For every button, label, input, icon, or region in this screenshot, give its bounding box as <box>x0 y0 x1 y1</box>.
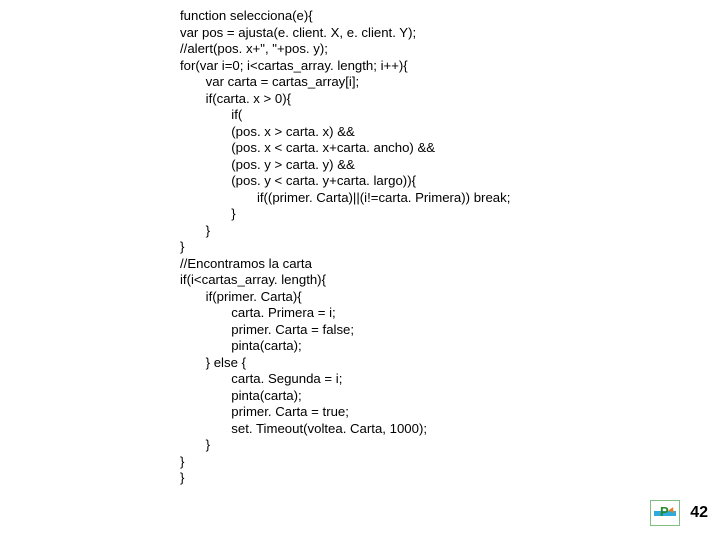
code-line: carta. Primera = i; <box>180 305 336 320</box>
code-line: (pos. y < carta. y+carta. largo)){ <box>180 173 416 188</box>
code-line: } else { <box>180 355 246 370</box>
code-line: if(primer. Carta){ <box>180 289 302 304</box>
code-line: //alert(pos. x+", "+pos. y); <box>180 41 328 56</box>
code-line: } <box>180 437 210 452</box>
code-line: (pos. x > carta. x) && <box>180 124 355 139</box>
code-line: for(var i=0; i<cartas_array. length; i++… <box>180 58 408 73</box>
code-line: if((primer. Carta)||(i!=carta. Primera))… <box>180 190 510 205</box>
code-line: pinta(carta); <box>180 338 302 353</box>
code-line: pinta(carta); <box>180 388 302 403</box>
code-line: carta. Segunda = i; <box>180 371 342 386</box>
code-line: set. Timeout(voltea. Carta, 1000); <box>180 421 427 436</box>
code-line: } <box>180 223 210 238</box>
code-line: } <box>180 206 236 221</box>
code-line: } <box>180 454 184 469</box>
logo-icon: P <box>650 500 680 526</box>
code-line: if(carta. x > 0){ <box>180 91 291 106</box>
code-line: //Encontramos la carta <box>180 256 312 271</box>
code-line: if( <box>180 107 242 122</box>
code-line: var pos = ajusta(e. client. X, e. client… <box>180 25 416 40</box>
code-line: (pos. x < carta. x+carta. ancho) && <box>180 140 435 155</box>
code-line: primer. Carta = true; <box>180 404 349 419</box>
code-line: } <box>180 239 184 254</box>
page-number: 42 <box>690 504 708 522</box>
code-line: } <box>180 470 184 485</box>
code-line: var carta = cartas_array[i]; <box>180 74 359 89</box>
code-line: (pos. y > carta. y) && <box>180 157 355 172</box>
code-line: if(i<cartas_array. length){ <box>180 272 326 287</box>
code-line: primer. Carta = false; <box>180 322 354 337</box>
code-block: function selecciona(e){ var pos = ajusta… <box>180 8 510 487</box>
code-line: function selecciona(e){ <box>180 8 313 23</box>
